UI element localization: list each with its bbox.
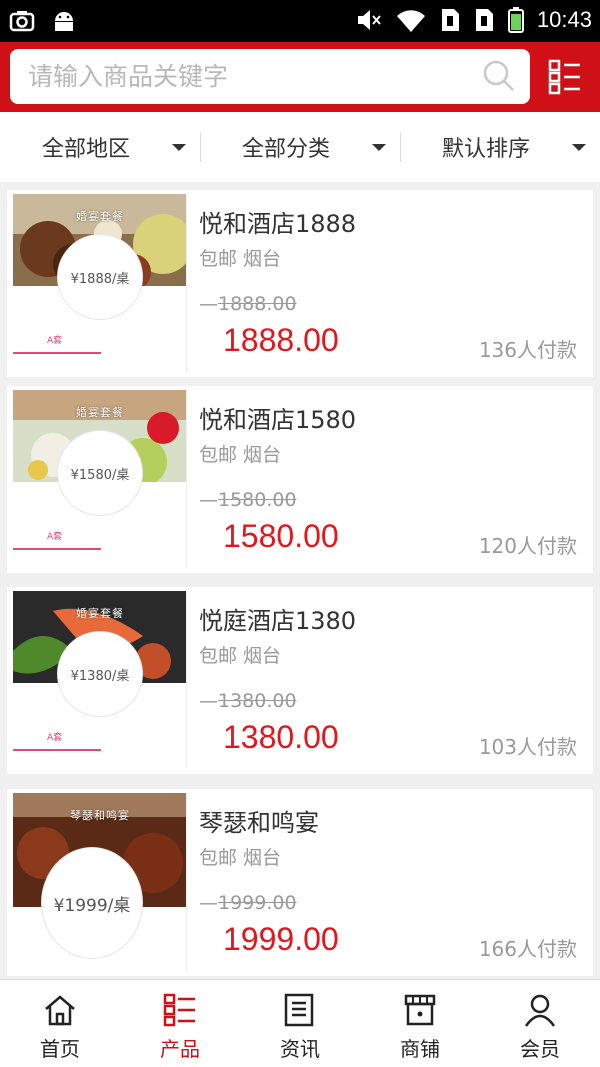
original-price: —1999.00 xyxy=(199,892,297,914)
tag-underline xyxy=(13,352,101,354)
product-thumbnail[interactable]: 婚宴套餐 ¥1580/桌 A套 xyxy=(13,390,187,568)
filter-label: 默认排序 xyxy=(441,137,530,162)
product-thumbnail[interactable]: 婚宴套餐 ¥1888/桌 A套 xyxy=(13,194,187,372)
filter-sort[interactable]: 默认排序 xyxy=(400,112,600,182)
product-title: 琴瑟和鸣宴 xyxy=(199,809,319,837)
package-tag: A套 xyxy=(47,532,63,542)
current-price: 1580.00 xyxy=(223,518,339,554)
caret-down-icon xyxy=(172,144,186,151)
thumb-banner: 琴瑟和鸣宴 xyxy=(70,809,130,822)
product-thumbnail[interactable]: 婚宴套餐 ¥1380/桌 A套 xyxy=(13,591,187,769)
tab-label: 资讯 xyxy=(280,1037,320,1061)
header xyxy=(0,42,600,112)
sim2-icon xyxy=(475,9,493,31)
original-price: —1380.00 xyxy=(199,690,297,712)
tab-member[interactable]: 会员 xyxy=(480,980,600,1067)
screenshot-icon xyxy=(9,11,35,32)
current-price: 1380.00 xyxy=(223,719,339,755)
filter-category[interactable]: 全部分类 xyxy=(200,112,400,182)
package-tag: A套 xyxy=(47,336,63,346)
product-list: 婚宴套餐 ¥1888/桌 A套 悦和酒店1888 包邮 烟台 —1888.00 … xyxy=(0,182,600,979)
product-thumbnail[interactable]: 琴瑟和鸣宴 ¥1999/桌 xyxy=(13,793,187,971)
product-card[interactable]: 婚宴套餐 ¥1888/桌 A套 悦和酒店1888 包邮 烟台 —1888.00 … xyxy=(7,190,593,377)
price-badge: ¥1999/桌 xyxy=(41,847,143,959)
bottom-tab-bar: 首页 产品 资讯 商铺 会员 xyxy=(0,979,600,1067)
tab-label: 首页 xyxy=(40,1037,80,1061)
android-icon xyxy=(55,12,73,31)
home-icon xyxy=(45,995,75,1026)
tab-shops[interactable]: 商铺 xyxy=(360,980,480,1067)
original-price: —1888.00 xyxy=(199,293,297,315)
search-input[interactable] xyxy=(28,49,468,104)
sim1-icon xyxy=(441,9,459,31)
sales-count: 166人付款 xyxy=(478,937,577,961)
caret-down-icon xyxy=(372,144,386,151)
product-shipping: 包邮 烟台 xyxy=(199,847,282,869)
news-icon xyxy=(284,993,314,1027)
filter-bar: 全部地区 全部分类 默认排序 xyxy=(0,112,600,182)
product-shipping: 包邮 烟台 xyxy=(199,444,282,466)
sales-count: 103人付款 xyxy=(478,735,577,759)
price-badge: ¥1380/桌 xyxy=(57,631,143,717)
user-icon xyxy=(524,994,556,1027)
list-icon xyxy=(163,993,195,1027)
current-price: 1999.00 xyxy=(223,921,339,957)
search-icon[interactable] xyxy=(482,59,516,93)
sales-count: 136人付款 xyxy=(478,338,577,362)
product-shipping: 包邮 烟台 xyxy=(199,248,282,270)
category-menu-icon[interactable] xyxy=(548,59,582,95)
package-tag: A套 xyxy=(47,733,63,743)
tag-underline xyxy=(13,548,101,550)
sales-count: 120人付款 xyxy=(478,534,577,558)
product-card[interactable]: 婚宴套餐 ¥1380/桌 A套 悦庭酒店1380 包邮 烟台 —1380.00 … xyxy=(7,587,593,774)
thumb-banner: 婚宴套餐 xyxy=(76,210,124,223)
shop-icon xyxy=(404,994,436,1026)
thumb-banner: 婚宴套餐 xyxy=(76,607,124,620)
price-badge: ¥1580/桌 xyxy=(57,430,143,516)
product-title: 悦庭酒店1380 xyxy=(199,607,357,635)
wifi-icon xyxy=(396,10,425,32)
tab-label: 产品 xyxy=(160,1037,200,1061)
product-card[interactable]: 婚宴套餐 ¥1580/桌 A套 悦和酒店1580 包邮 烟台 —1580.00 … xyxy=(7,386,593,573)
tab-products[interactable]: 产品 xyxy=(120,980,240,1067)
mute-icon xyxy=(357,10,381,30)
tag-underline xyxy=(13,749,101,751)
search-box[interactable] xyxy=(10,49,530,104)
tab-label: 会员 xyxy=(520,1037,560,1061)
product-card[interactable]: 琴瑟和鸣宴 ¥1999/桌 琴瑟和鸣宴 包邮 烟台 —1999.00 1999.… xyxy=(7,789,593,976)
current-price: 1888.00 xyxy=(223,322,339,358)
filter-region[interactable]: 全部地区 xyxy=(0,112,200,182)
product-title: 悦和酒店1888 xyxy=(199,210,357,238)
price-badge: ¥1888/桌 xyxy=(57,234,143,320)
clock: 10:43 xyxy=(536,7,592,32)
caret-down-icon xyxy=(572,144,586,151)
tab-news[interactable]: 资讯 xyxy=(240,980,360,1067)
filter-label: 全部地区 xyxy=(41,137,130,162)
product-shipping: 包邮 烟台 xyxy=(199,645,282,667)
original-price: —1580.00 xyxy=(199,489,297,511)
battery-icon xyxy=(507,7,524,33)
tab-home[interactable]: 首页 xyxy=(0,980,120,1067)
status-bar: 10:43 xyxy=(0,0,600,42)
thumb-banner: 婚宴套餐 xyxy=(76,406,124,419)
product-title: 悦和酒店1580 xyxy=(199,406,357,434)
tab-label: 商铺 xyxy=(400,1037,440,1061)
filter-label: 全部分类 xyxy=(241,137,330,162)
